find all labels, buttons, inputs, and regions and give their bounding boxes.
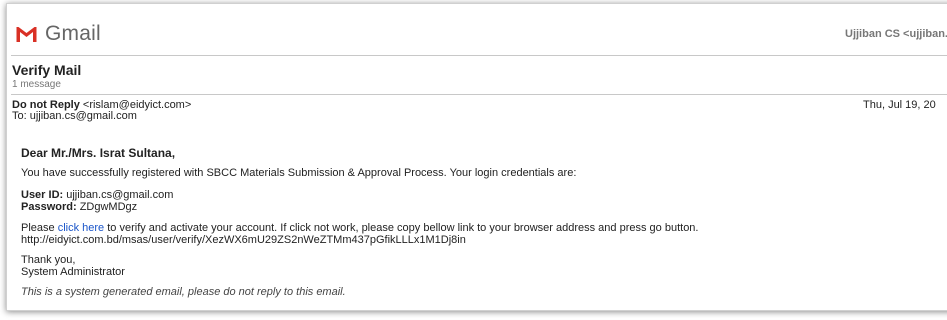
email-subject: Verify Mail — [12, 62, 82, 78]
user-id-value: ujjiban.cs@gmail.com — [66, 189, 174, 201]
password-line: Password: ZDgwMDgz — [21, 201, 173, 213]
please-text: Please — [21, 222, 55, 234]
gmail-logo[interactable]: Gmail — [15, 22, 101, 46]
signature: System Administrator — [21, 266, 125, 278]
email-print-view: Gmail Ujjiban CS <ujjiban.cs@ Verify Mai… — [6, 3, 947, 311]
recipient-line: To: ujjiban.cs@gmail.com — [12, 110, 137, 122]
thanks-text: Thank you, — [21, 254, 76, 266]
click-here-link[interactable]: click here — [58, 222, 104, 234]
password-label: Password: — [21, 201, 77, 213]
divider — [11, 55, 947, 56]
gmail-m-icon — [15, 25, 38, 43]
message-date: Thu, Jul 19, 20 — [863, 99, 936, 111]
user-id-label: User ID: — [21, 189, 64, 201]
verify-url: http://eidyict.com.bd/msas/user/verify/X… — [21, 234, 466, 246]
verify-paragraph: Please click here to verify and activate… — [21, 222, 698, 246]
gmail-header: Gmail Ujjiban CS <ujjiban.cs@ — [7, 4, 947, 56]
verify-text: to verify and activate your account. If … — [107, 222, 699, 234]
gmail-wordmark: Gmail — [45, 22, 101, 45]
footer-note: This is a system generated email, please… — [21, 286, 346, 298]
divider — [11, 94, 947, 95]
verify-line: Please click here to verify and activate… — [21, 222, 698, 234]
intro-paragraph: You have successfully registered with SB… — [21, 167, 577, 179]
account-label: Ujjiban CS <ujjiban.cs@ — [845, 28, 947, 40]
message-count: 1 message — [12, 79, 61, 90]
credentials-block: User ID: ujjiban.cs@gmail.com Password: … — [21, 189, 173, 213]
signoff-block: Thank you, System Administrator — [21, 254, 125, 278]
user-id-line: User ID: ujjiban.cs@gmail.com — [21, 189, 173, 201]
password-value: ZDgwMDgz — [79, 201, 138, 213]
greeting: Dear Mr./Mrs. Israt Sultana, — [21, 146, 176, 160]
